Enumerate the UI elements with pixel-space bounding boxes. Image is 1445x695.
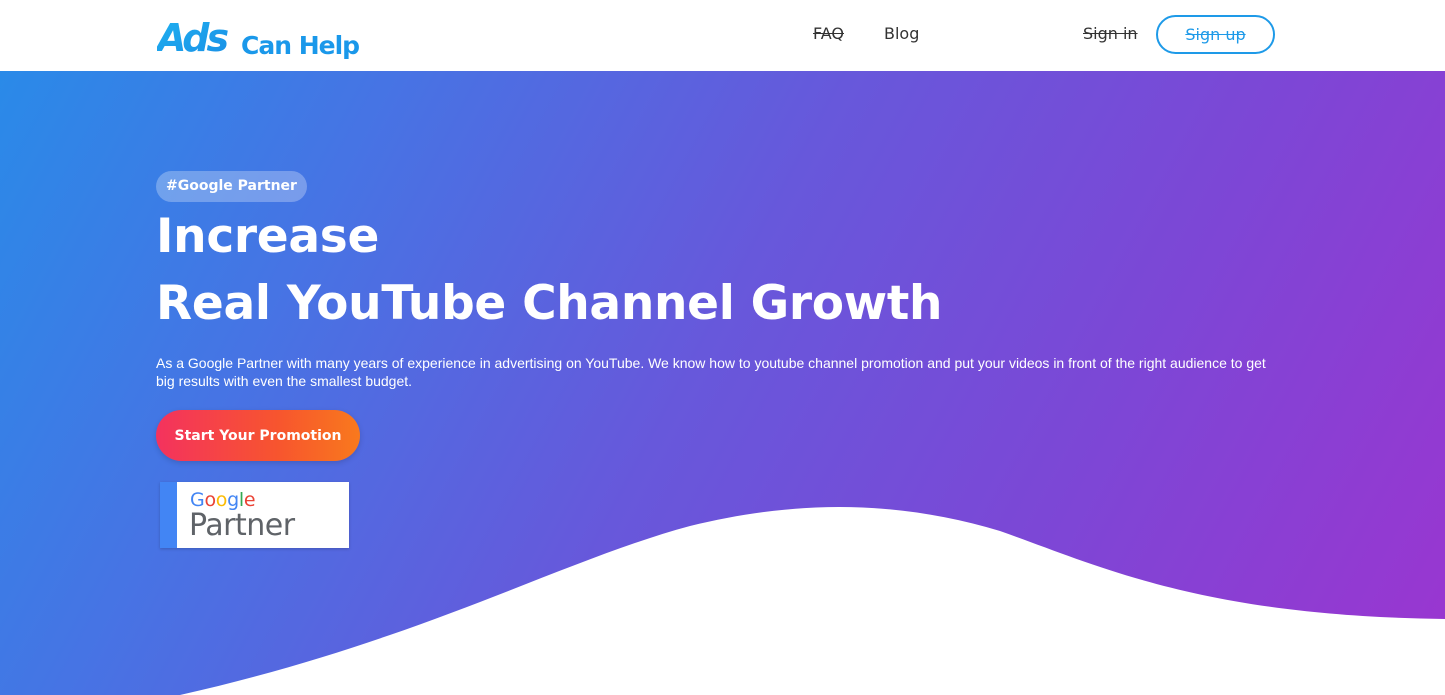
hero-section: #Google Partner Increase Real YouTube Ch…	[0, 71, 1445, 695]
google-partner-tag: #Google Partner	[156, 171, 307, 202]
hero-headline-line2: Real YouTube Channel Growth	[156, 276, 943, 331]
ads-can-help-logo[interactable]: Ads Can Help	[157, 8, 362, 62]
hero-description: As a Google Partner with many years of e…	[156, 355, 1266, 389]
hero-headline-line1: Increase	[156, 209, 380, 264]
sign-up-button[interactable]: Sign up	[1156, 15, 1275, 54]
partner-badge-partner-text: Partner	[189, 508, 295, 543]
logo-can-help-text: Can Help	[241, 31, 359, 60]
nav-blog-link[interactable]: Blog	[884, 24, 919, 44]
site-header: Ads Can Help FAQ Blog Sign in Sign up	[0, 0, 1445, 71]
nav-faq-link[interactable]: FAQ	[813, 24, 844, 44]
sign-in-link[interactable]: Sign in	[1083, 24, 1138, 44]
google-partner-badge: Google Partner	[160, 482, 349, 548]
partner-badge-accent-bar	[160, 482, 177, 548]
start-promotion-button[interactable]: Start Your Promotion	[156, 410, 360, 461]
logo-ads-text: Ads	[157, 16, 228, 60]
